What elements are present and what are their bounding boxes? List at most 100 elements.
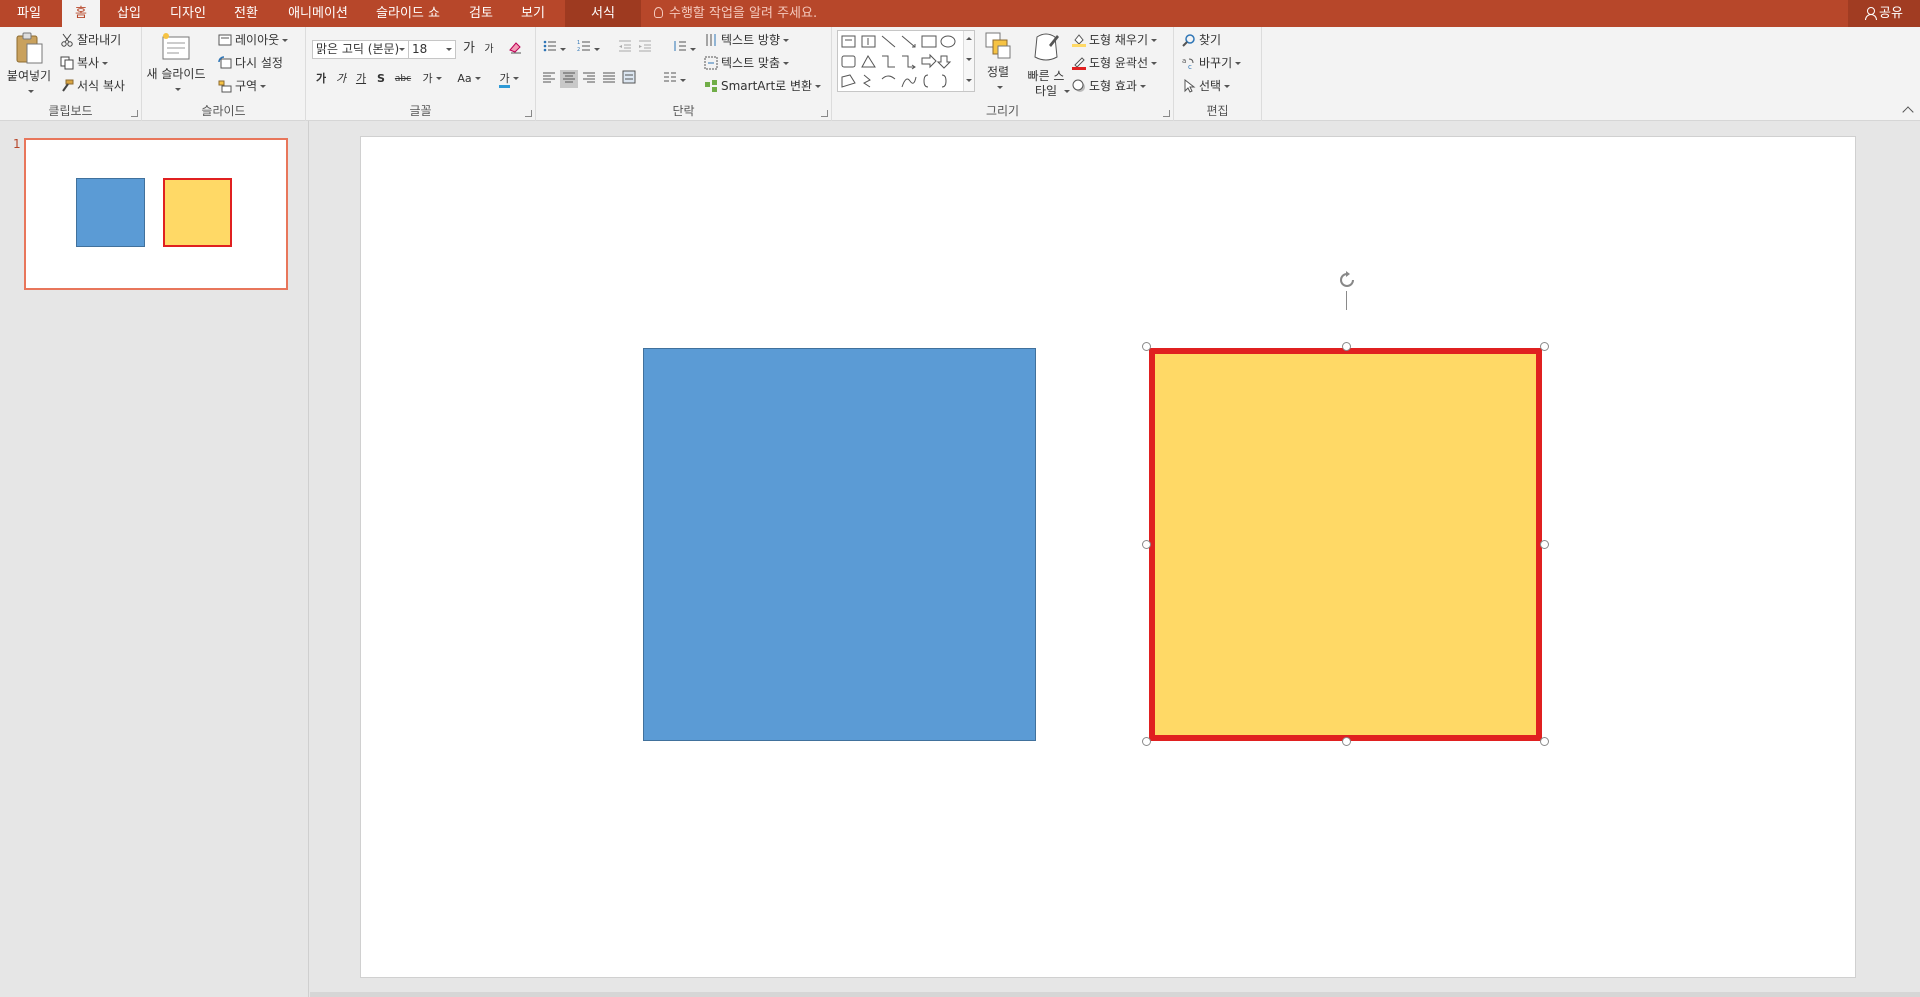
align-left-button[interactable] bbox=[540, 70, 558, 88]
chevron-up-icon bbox=[966, 37, 972, 40]
clipboard-launcher[interactable] bbox=[131, 110, 138, 117]
share-button[interactable]: 공유 bbox=[1848, 0, 1920, 27]
tab-file[interactable]: 파일 bbox=[8, 0, 50, 27]
lightbulb-icon bbox=[654, 7, 663, 18]
shape-outline-button[interactable]: 도형 윤곽선 bbox=[1072, 55, 1158, 71]
tab-review[interactable]: 검토 bbox=[460, 0, 502, 27]
group-label-slides: 슬라이드 bbox=[201, 104, 246, 118]
increase-indent-button[interactable] bbox=[636, 39, 654, 57]
font-size-value: 18 bbox=[412, 42, 428, 56]
ribbon: 붙여넣기 잘라내기 복사 서식 복사 클립보드 새 슬라이드 레이아웃 다시 설… bbox=[0, 27, 1920, 121]
slide-thumbnail-1[interactable] bbox=[24, 138, 288, 290]
resize-handle-top-left[interactable] bbox=[1142, 342, 1151, 351]
tab-design[interactable]: 디자인 bbox=[162, 0, 214, 27]
drawing-launcher[interactable] bbox=[1163, 110, 1170, 117]
magnifier-icon bbox=[1182, 33, 1196, 47]
chevron-down-icon bbox=[996, 86, 1003, 89]
clear-formatting-button[interactable] bbox=[506, 39, 524, 57]
bullets-button[interactable] bbox=[540, 39, 568, 57]
resize-handle-bottom[interactable] bbox=[1342, 737, 1351, 746]
decrease-indent-button[interactable] bbox=[616, 39, 634, 57]
chevron-down-icon bbox=[679, 79, 686, 82]
rotate-handle-icon[interactable] bbox=[1337, 270, 1357, 290]
reset-button[interactable]: 다시 설정 bbox=[218, 55, 283, 71]
scissors-icon bbox=[60, 33, 74, 47]
blue-square-shape[interactable] bbox=[643, 348, 1036, 741]
tab-animations[interactable]: 애니메이션 bbox=[280, 0, 356, 27]
quick-styles-icon bbox=[1034, 33, 1059, 61]
reset-icon bbox=[218, 56, 232, 70]
format-painter-label: 서식 복사 bbox=[77, 79, 125, 93]
arrange-label: 정렬 bbox=[986, 65, 1010, 79]
resize-handle-left[interactable] bbox=[1142, 540, 1151, 549]
replace-button[interactable]: a c 바꾸기 bbox=[1182, 55, 1242, 71]
resize-handle-top[interactable] bbox=[1342, 342, 1351, 351]
tell-me-search[interactable]: 수행할 작업을 알려 주세요. bbox=[654, 0, 817, 27]
columns-button[interactable] bbox=[660, 70, 688, 88]
numbering-button[interactable]: 12 bbox=[574, 39, 602, 57]
strikethrough-button[interactable]: abc bbox=[394, 70, 412, 88]
slide-canvas[interactable] bbox=[360, 136, 1856, 978]
tab-transitions[interactable]: 전환 bbox=[225, 0, 267, 27]
shrink-font-button[interactable]: 가 bbox=[480, 41, 498, 59]
italic-button[interactable]: 가 bbox=[332, 70, 350, 88]
justify-icon bbox=[603, 72, 615, 83]
distributed-button[interactable] bbox=[620, 70, 638, 88]
quick-styles-button[interactable]: 빠른 스타일 bbox=[1020, 31, 1072, 99]
clipboard-icon bbox=[16, 32, 43, 64]
chevron-down-icon bbox=[27, 90, 34, 93]
align-text-button[interactable]: 텍스트 맞춤 bbox=[704, 55, 790, 71]
layout-button[interactable]: 레이아웃 bbox=[218, 32, 289, 48]
tab-home[interactable]: 홈 bbox=[62, 0, 100, 27]
character-spacing-button[interactable]: 가 bbox=[418, 70, 446, 88]
shapes-gallery[interactable] bbox=[837, 30, 975, 92]
resize-handle-bottom-right[interactable] bbox=[1540, 737, 1549, 746]
resize-handle-bottom-left[interactable] bbox=[1142, 737, 1151, 746]
line-spacing-button[interactable] bbox=[670, 39, 698, 57]
arrange-button[interactable]: 정렬 bbox=[980, 31, 1016, 95]
font-name-combo[interactable]: 맑은 고딕 (본문) bbox=[312, 40, 409, 59]
chevron-down-icon bbox=[1235, 62, 1242, 65]
underline-button[interactable]: 가 bbox=[352, 70, 370, 88]
new-slide-button[interactable]: 새 슬라이드 bbox=[146, 31, 206, 97]
paste-button[interactable]: 붙여넣기 bbox=[3, 31, 55, 99]
grow-font-glyph: 가 bbox=[463, 41, 475, 56]
thumbnail-yellow-square bbox=[163, 178, 232, 247]
align-right-button[interactable] bbox=[580, 70, 598, 88]
chevron-down-icon bbox=[435, 77, 442, 80]
resize-handle-top-right[interactable] bbox=[1540, 342, 1549, 351]
chevron-down-icon bbox=[1151, 39, 1158, 42]
bold-button[interactable]: 가 bbox=[312, 70, 330, 88]
shape-fill-button[interactable]: 도형 채우기 bbox=[1072, 32, 1158, 48]
yellow-square-shape[interactable] bbox=[1149, 348, 1542, 741]
find-button[interactable]: 찾기 bbox=[1182, 32, 1221, 48]
justify-button[interactable] bbox=[600, 70, 618, 88]
text-direction-button[interactable]: 텍스트 방향 bbox=[704, 32, 790, 48]
copy-button[interactable]: 복사 bbox=[60, 55, 109, 71]
grow-font-button[interactable]: 가 bbox=[460, 40, 478, 58]
italic-glyph: 가 bbox=[335, 72, 347, 85]
font-color-button[interactable]: 가 bbox=[494, 70, 524, 88]
change-case-button[interactable]: Aa bbox=[454, 70, 484, 88]
paragraph-launcher[interactable] bbox=[821, 110, 828, 117]
gallery-scrollbar[interactable] bbox=[963, 31, 974, 91]
format-painter-button[interactable]: 서식 복사 bbox=[60, 78, 125, 94]
font-size-combo[interactable]: 18 bbox=[408, 40, 456, 59]
tab-insert[interactable]: 삽입 bbox=[110, 0, 148, 27]
select-button[interactable]: 선택 bbox=[1182, 78, 1231, 94]
align-center-button[interactable] bbox=[560, 70, 578, 88]
layout-label: 레이아웃 bbox=[235, 33, 280, 47]
tab-view[interactable]: 보기 bbox=[512, 0, 554, 27]
convert-smartart-button[interactable]: SmartArt로 변환 bbox=[704, 78, 822, 94]
font-launcher[interactable] bbox=[525, 110, 532, 117]
text-shadow-button[interactable]: S bbox=[372, 70, 390, 88]
tab-format[interactable]: 서식 bbox=[565, 0, 641, 27]
cut-button[interactable]: 잘라내기 bbox=[60, 32, 121, 48]
svg-text:a: a bbox=[1182, 57, 1186, 65]
tell-me-text: 수행할 작업을 알려 주세요. bbox=[669, 6, 818, 21]
tab-slideshow[interactable]: 슬라이드 쇼 bbox=[370, 0, 446, 27]
shape-effects-button[interactable]: 도형 효과 bbox=[1072, 78, 1146, 94]
collapse-ribbon-button[interactable] bbox=[1902, 106, 1914, 118]
resize-handle-right[interactable] bbox=[1540, 540, 1549, 549]
section-button[interactable]: 구역 bbox=[218, 78, 267, 94]
